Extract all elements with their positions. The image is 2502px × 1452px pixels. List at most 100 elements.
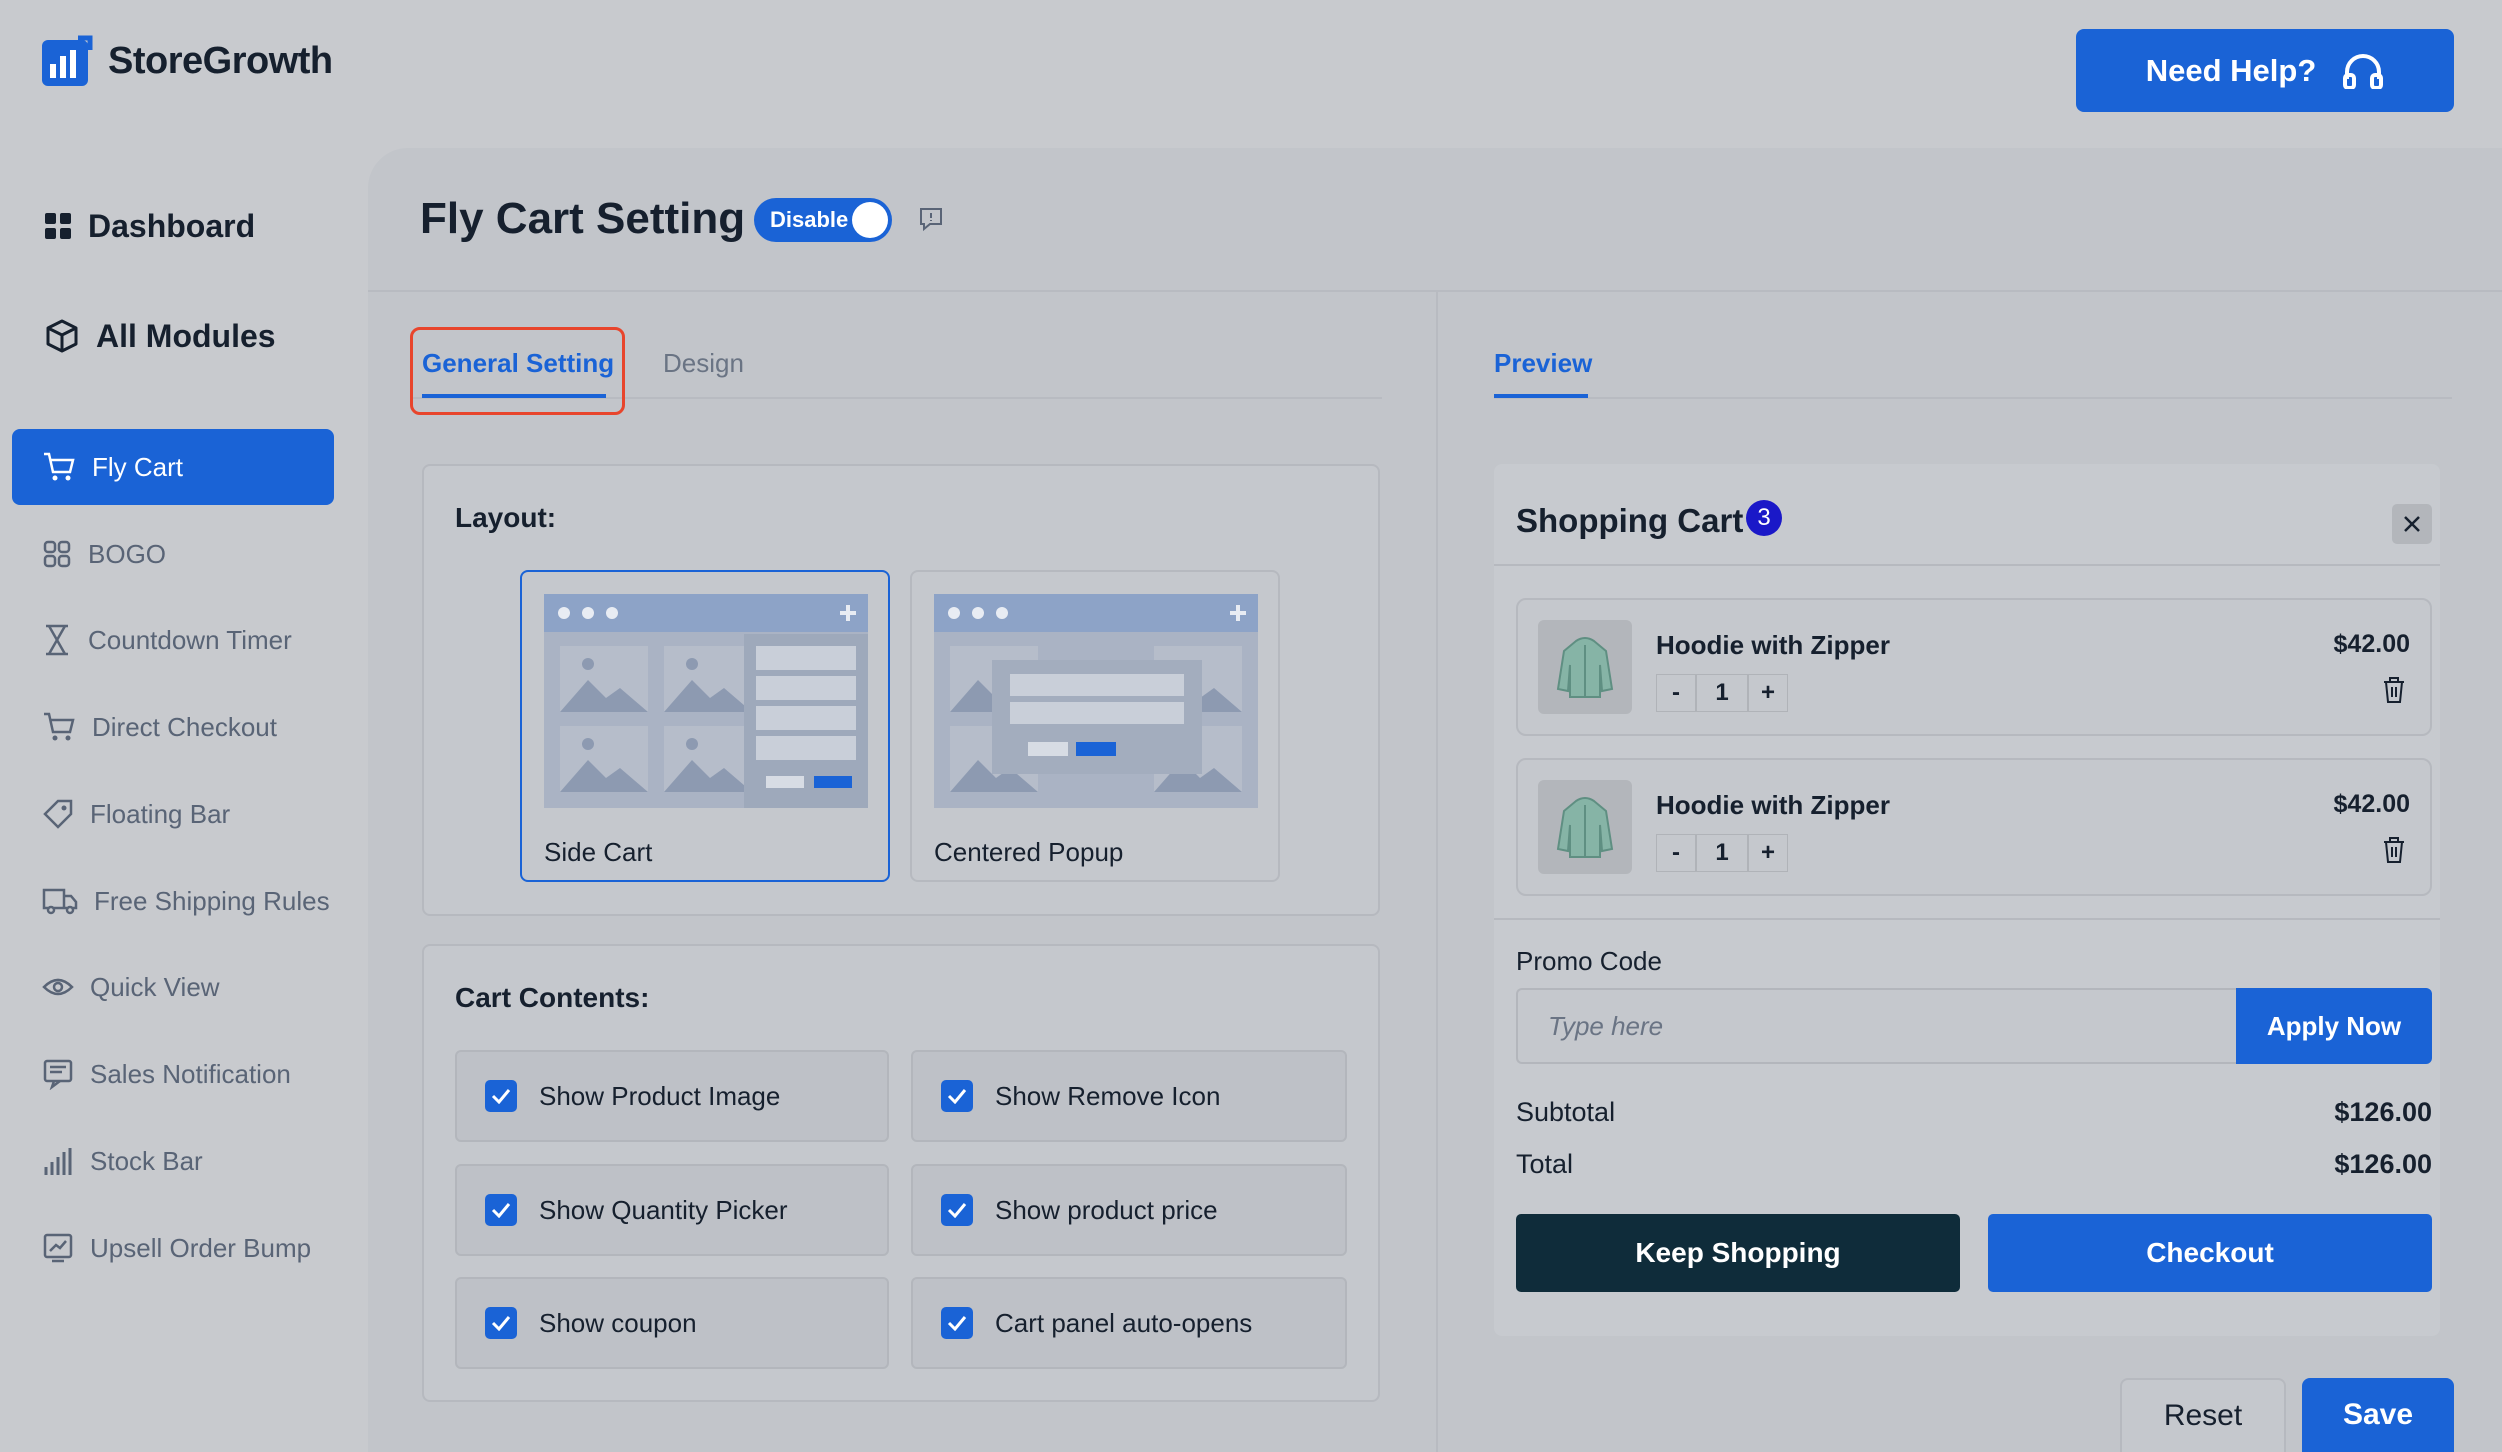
sidebar-item-label: Free Shipping Rules xyxy=(94,885,330,916)
cart-icon xyxy=(44,712,75,741)
toggle-knob xyxy=(852,202,888,238)
nav-all-modules[interactable]: All Modules xyxy=(12,298,334,374)
cart-close-button[interactable] xyxy=(2392,504,2432,544)
sidebar-item-label: Upsell Order Bump xyxy=(90,1232,312,1263)
sidebar-item-quick-view[interactable]: Quick View xyxy=(12,949,334,1025)
checkbox-checked[interactable] xyxy=(485,1080,517,1112)
trash-icon[interactable] xyxy=(2382,676,2406,704)
panel-divider xyxy=(1436,292,1438,1452)
option-show-coupon[interactable]: Show coupon xyxy=(455,1277,889,1369)
sidebar-item-label: Countdown Timer xyxy=(88,624,292,655)
option-show-quantity-picker[interactable]: Show Quantity Picker xyxy=(455,1164,889,1256)
sidebar-item-floating-bar[interactable]: Floating Bar xyxy=(12,776,334,852)
subtotal-label: Subtotal xyxy=(1516,1097,1616,1127)
item-name: Hoodie with Zipper xyxy=(1656,630,1890,660)
sidebar-item-bogo[interactable]: BOGO xyxy=(12,516,334,592)
reset-button[interactable]: Reset xyxy=(2120,1378,2286,1452)
option-show-remove-icon[interactable]: Show Remove Icon xyxy=(911,1050,1347,1142)
checkbox-checked[interactable] xyxy=(485,1307,517,1339)
option-show-product-image[interactable]: Show Product Image xyxy=(455,1050,889,1142)
centered-popup-illustration xyxy=(934,594,1258,808)
sidebar-item-label: Fly Cart xyxy=(92,451,183,482)
tag-icon xyxy=(43,799,73,829)
apply-now-button[interactable]: Apply Now xyxy=(2236,988,2432,1064)
layout-option-side-cart[interactable]: Side Cart xyxy=(520,570,890,882)
sidebar-item-fly-cart[interactable]: Fly Cart xyxy=(12,429,334,505)
feedback-icon[interactable] xyxy=(918,206,944,232)
item-name: Hoodie with Zipper xyxy=(1656,790,1890,820)
sidebar-item-countdown-timer[interactable]: Countdown Timer xyxy=(12,602,334,678)
check-icon xyxy=(947,1316,967,1331)
hoodie-icon xyxy=(1556,637,1614,698)
brand-name: StoreGrowth xyxy=(108,39,333,82)
tab-general-setting[interactable]: General Setting xyxy=(422,348,614,379)
sidebar-item-stock-bar[interactable]: Stock Bar xyxy=(12,1123,334,1199)
sidebar-item-free-shipping-rules[interactable]: Free Shipping Rules xyxy=(12,863,334,939)
nav-dashboard-label: Dashboard xyxy=(88,207,256,244)
logo[interactable]: StoreGrowth xyxy=(40,34,333,88)
check-icon xyxy=(947,1203,967,1218)
check-icon xyxy=(491,1203,511,1218)
module-toggle[interactable]: Disable xyxy=(754,198,892,242)
option-show-product-price[interactable]: Show product price xyxy=(911,1164,1347,1256)
option-label: Show Remove Icon xyxy=(995,1080,1221,1111)
dashboard-icon xyxy=(45,213,71,239)
check-icon xyxy=(491,1316,511,1331)
checkbox-checked[interactable] xyxy=(485,1194,517,1226)
sidebar-item-upsell-order-bump[interactable]: Upsell Order Bump xyxy=(12,1210,334,1286)
sidebar-item-direct-checkout[interactable]: Direct Checkout xyxy=(12,689,334,765)
qty-increase-button[interactable]: + xyxy=(1748,674,1788,712)
nav-all-modules-label: All Modules xyxy=(96,317,276,354)
layout-option-centered-popup[interactable]: Centered Popup xyxy=(910,570,1280,882)
eye-icon xyxy=(42,978,74,996)
cart-count-badge: 3 xyxy=(1746,500,1782,536)
option-cart-panel-auto-opens[interactable]: Cart panel auto-opens xyxy=(911,1277,1347,1369)
qty-value[interactable]: 1 xyxy=(1696,674,1748,712)
trend-icon xyxy=(43,1233,73,1263)
qty-increase-button[interactable]: + xyxy=(1748,834,1788,872)
keep-shopping-button[interactable]: Keep Shopping xyxy=(1516,1214,1960,1292)
sidebar-item-label: Stock Bar xyxy=(90,1145,203,1176)
layout-option-label: Centered Popup xyxy=(934,837,1124,867)
tab-design[interactable]: Design xyxy=(663,348,744,379)
page-title: Fly Cart Setting xyxy=(420,194,746,243)
option-label: Show product price xyxy=(995,1194,1218,1225)
tab-preview[interactable]: Preview xyxy=(1494,348,1592,379)
layout-title: Layout: xyxy=(455,502,557,533)
product-thumbnail xyxy=(1538,620,1632,714)
need-help-button[interactable]: Need Help? xyxy=(2076,29,2454,112)
checkbox-checked[interactable] xyxy=(941,1307,973,1339)
checkout-button[interactable]: Checkout xyxy=(1988,1214,2432,1292)
promo-code-input[interactable]: Type here xyxy=(1516,988,2236,1064)
bogo-icon xyxy=(43,540,71,568)
total-value: $126.00 xyxy=(2334,1149,2432,1179)
nav-dashboard[interactable]: Dashboard xyxy=(12,188,334,264)
sidebar-item-label: Direct Checkout xyxy=(92,711,277,742)
sidebar-item-label: BOGO xyxy=(88,538,167,569)
promo-divider xyxy=(1494,918,2440,920)
hoodie-icon xyxy=(1556,797,1614,858)
checkbox-checked[interactable] xyxy=(941,1194,973,1226)
sidebar-item-sales-notification[interactable]: Sales Notification xyxy=(12,1036,334,1112)
item-price: $42.00 xyxy=(2333,630,2410,658)
notification-icon xyxy=(43,1059,73,1090)
close-icon xyxy=(2404,516,2420,532)
layout-option-label: Side Cart xyxy=(544,837,653,867)
trash-icon[interactable] xyxy=(2382,836,2406,864)
subtotal-value: $126.00 xyxy=(2334,1097,2432,1127)
promo-code-label: Promo Code xyxy=(1516,946,1662,976)
sidebar-item-label: Sales Notification xyxy=(90,1058,291,1089)
qty-value[interactable]: 1 xyxy=(1696,834,1748,872)
option-label: Show Quantity Picker xyxy=(539,1194,788,1225)
option-label: Show coupon xyxy=(539,1307,697,1338)
check-icon xyxy=(947,1089,967,1104)
checkbox-checked[interactable] xyxy=(941,1080,973,1112)
quantity-stepper: - 1 + xyxy=(1656,834,1788,872)
cart-item: Hoodie with Zipper $42.00 - 1 + xyxy=(1516,598,2432,736)
save-button[interactable]: Save xyxy=(2302,1378,2454,1452)
qty-decrease-button[interactable]: - xyxy=(1656,674,1696,712)
cube-icon xyxy=(46,319,78,353)
qty-decrease-button[interactable]: - xyxy=(1656,834,1696,872)
logo-icon xyxy=(42,35,93,86)
side-cart-illustration xyxy=(544,594,868,808)
